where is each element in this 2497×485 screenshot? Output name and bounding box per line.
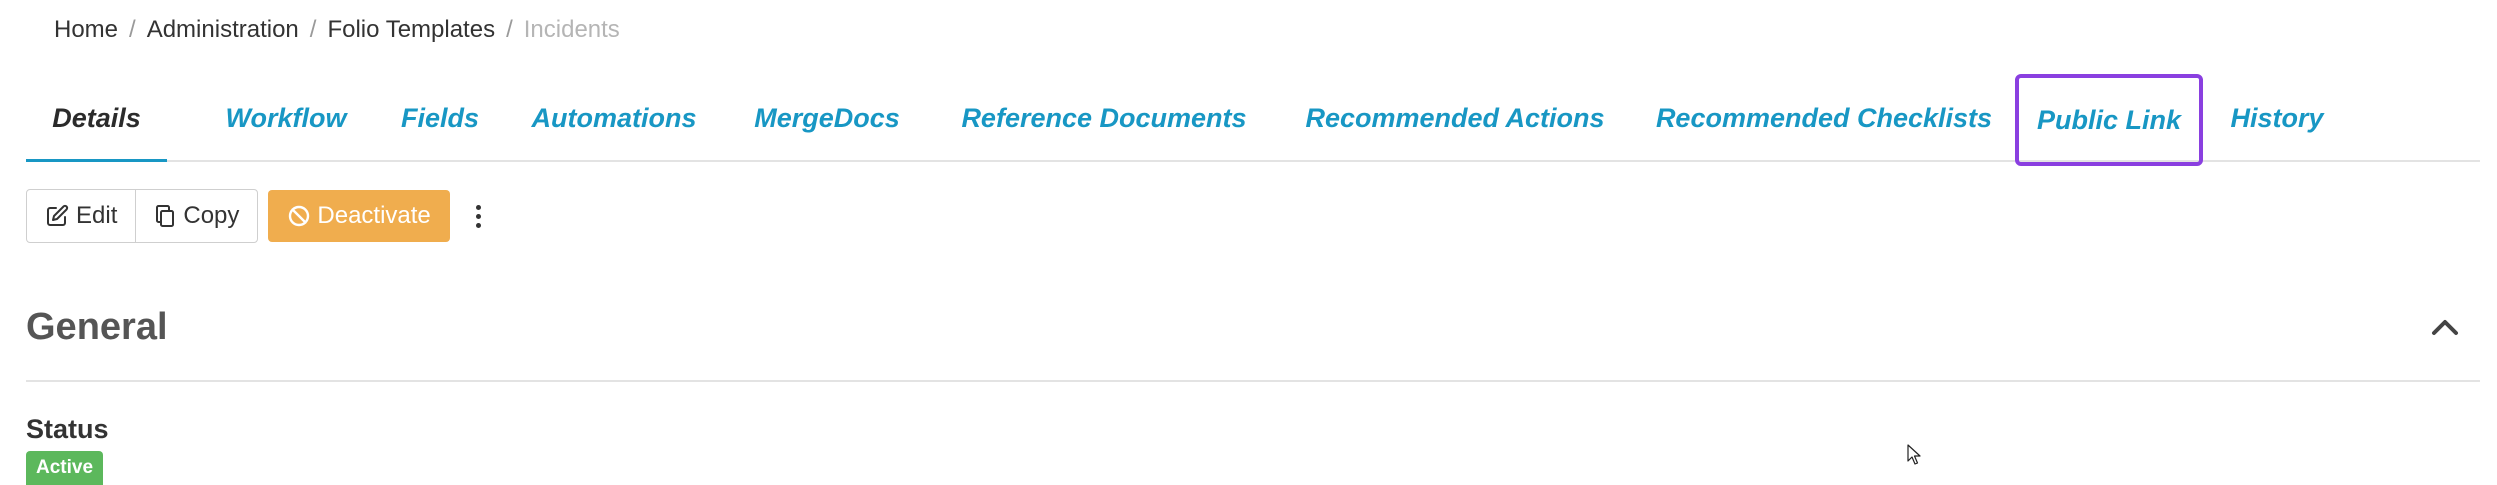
tab-bar: Details Workflow Fields Automations Merg… — [26, 74, 2480, 166]
edit-icon — [47, 204, 69, 226]
breadcrumb-home[interactable]: Home — [54, 14, 118, 46]
general-section-header: General — [26, 290, 2480, 382]
edit-button[interactable]: Edit — [27, 190, 135, 242]
tab-details[interactable]: Details — [26, 76, 167, 162]
section-title: General — [26, 306, 168, 348]
copy-icon — [156, 205, 175, 227]
tab-recommended-actions[interactable]: Recommended Actions — [1278, 76, 1632, 160]
mouse-pointer-icon — [1907, 444, 1923, 471]
tab-recommended-checklists[interactable]: Recommended Checklists — [1632, 76, 2016, 160]
deactivate-button[interactable]: Deactivate — [268, 190, 450, 242]
action-toolbar: Edit Copy Deactivate — [26, 189, 486, 243]
edit-button-label: Edit — [76, 202, 118, 229]
breadcrumb-administration[interactable]: Administration — [147, 14, 299, 46]
breadcrumb-folio-templates[interactable]: Folio Templates — [327, 14, 495, 46]
breadcrumb-separator: / — [309, 16, 317, 43]
chevron-up-icon[interactable] — [2428, 310, 2462, 344]
tab-reference-documents[interactable]: Reference Documents — [930, 76, 1278, 160]
breadcrumb: Home / Administration / Folio Templates … — [54, 14, 620, 46]
tab-workflow[interactable]: Workflow — [196, 76, 376, 160]
tab-public-link[interactable]: Public Link — [2015, 74, 2203, 166]
kebab-dot — [476, 204, 482, 210]
edit-copy-button-group: Edit Copy — [26, 189, 259, 243]
kebab-menu-icon[interactable] — [472, 190, 486, 242]
breadcrumb-current: Incidents — [523, 16, 620, 43]
breadcrumb-separator: / — [506, 16, 513, 43]
tab-automations[interactable]: Automations — [504, 76, 724, 160]
tab-fields[interactable]: Fields — [376, 76, 504, 160]
status-badge: Active — [26, 451, 104, 485]
kebab-dot — [476, 213, 482, 219]
tab-history[interactable]: History — [2203, 76, 2351, 160]
kebab-dot — [476, 222, 482, 228]
deactivate-button-label: Deactivate — [317, 202, 431, 229]
status-label: Status — [26, 414, 109, 444]
tab-mergedocs[interactable]: MergeDocs — [724, 76, 930, 160]
ban-icon — [289, 205, 310, 227]
copy-button-label: Copy — [183, 202, 240, 229]
copy-button[interactable]: Copy — [135, 190, 257, 242]
breadcrumb-separator: / — [129, 16, 136, 43]
